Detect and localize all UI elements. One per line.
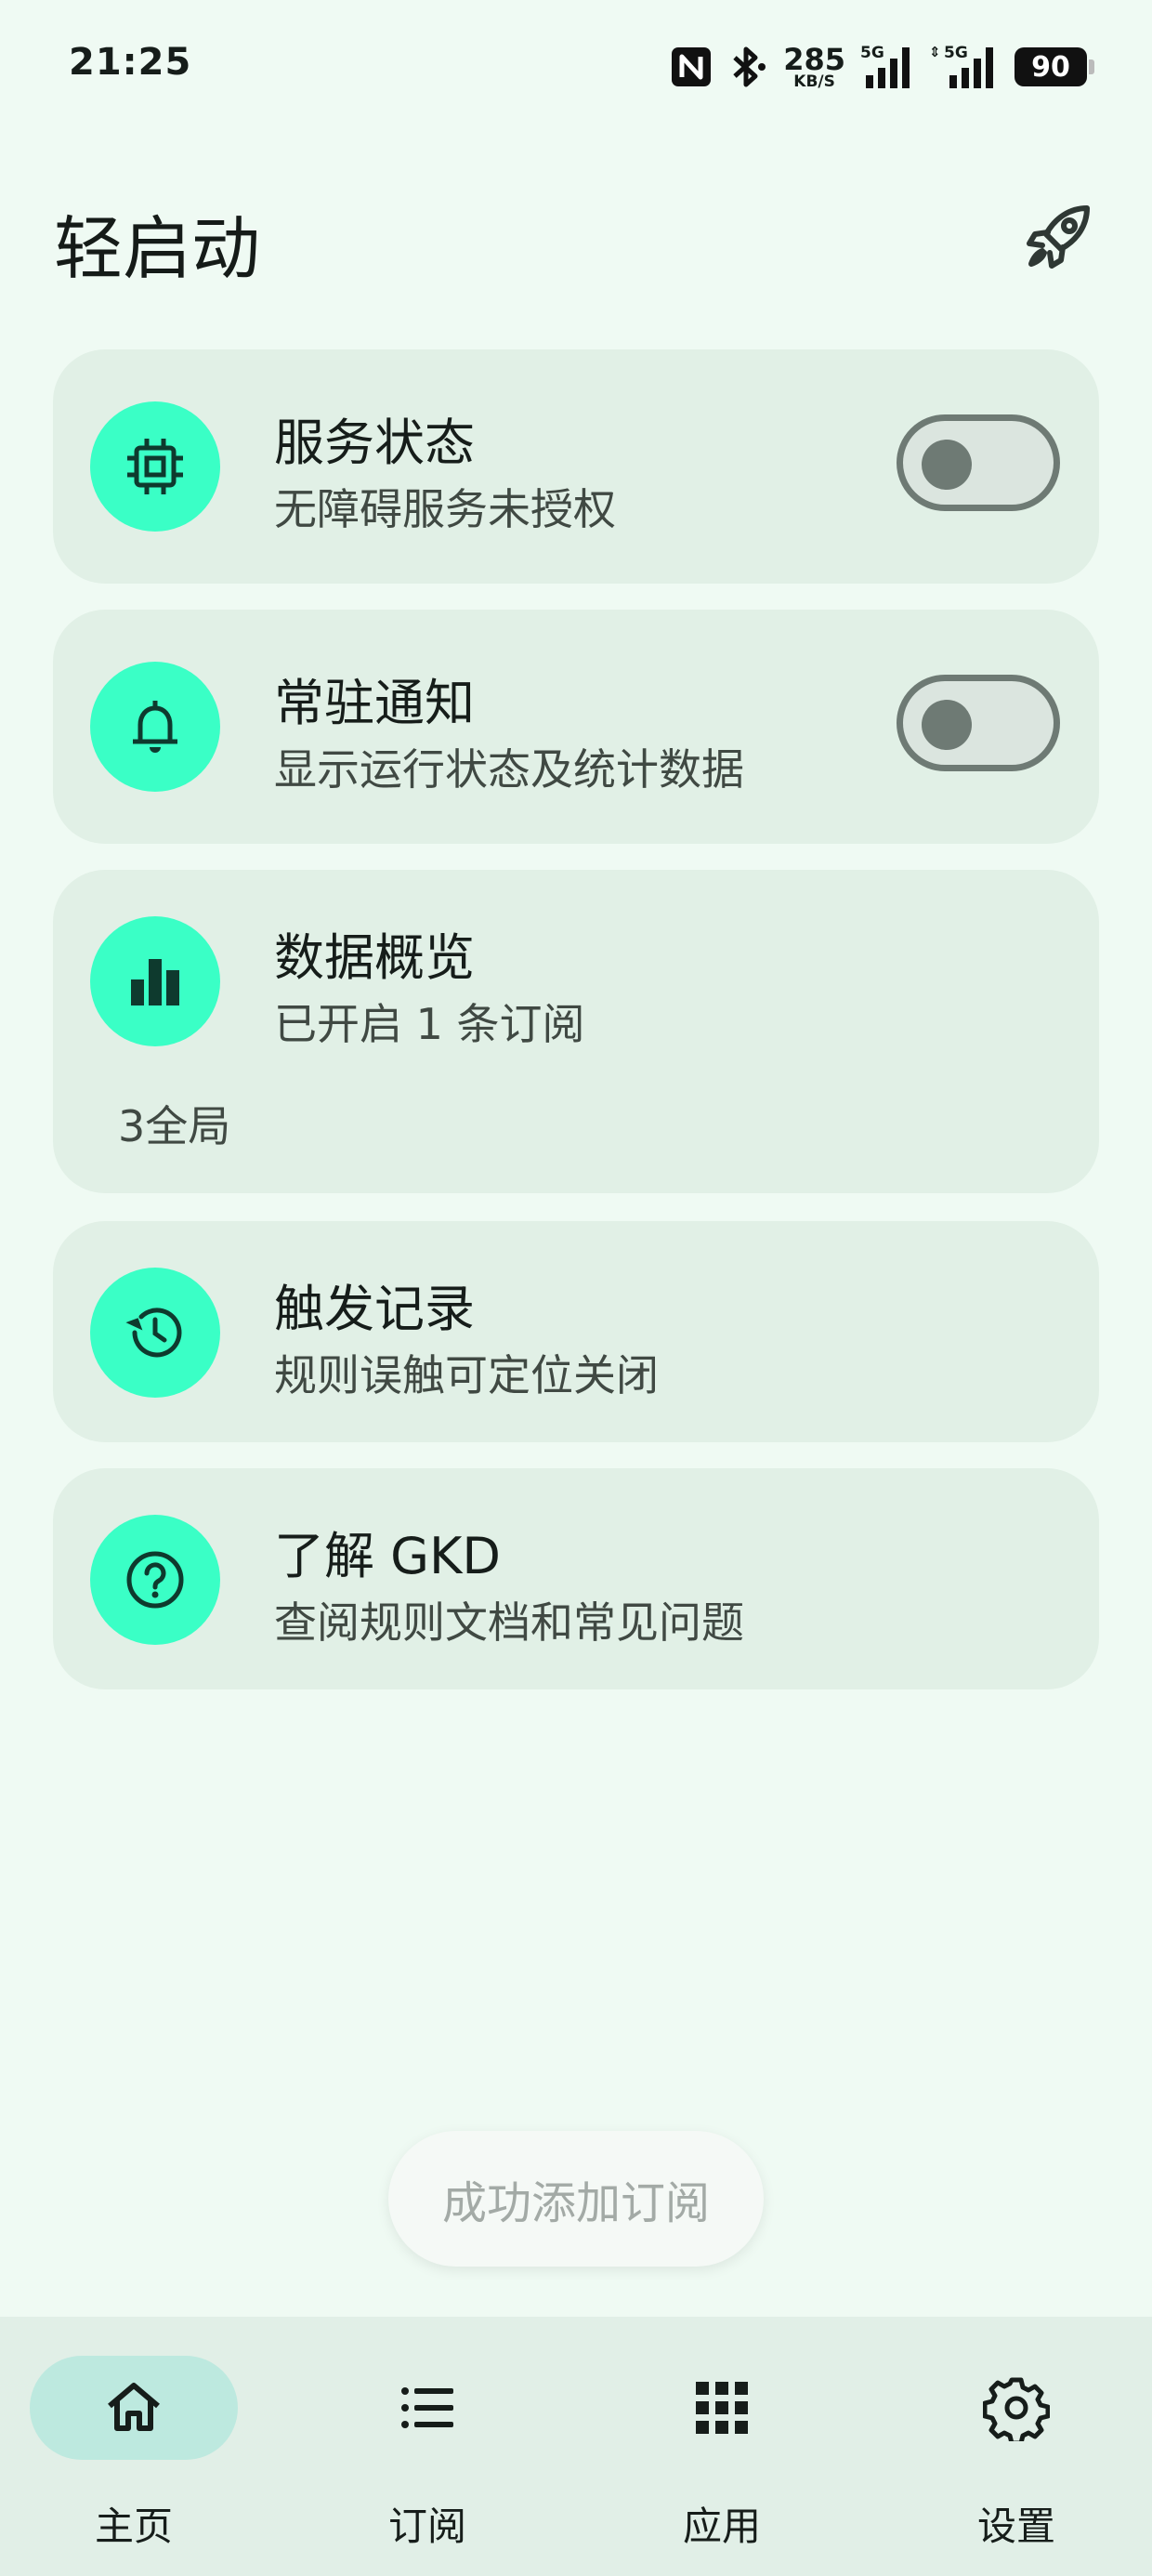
about-gkd-subtitle: 查阅规则文档和常见问题 [274, 1597, 744, 1648]
rocket-button[interactable] [1020, 197, 1098, 275]
chip-icon [127, 439, 183, 494]
trigger-history-title: 触发记录 [274, 1280, 475, 1338]
gear-icon [983, 2377, 1050, 2441]
nav-pill [323, 2356, 531, 2460]
status-time: 21:25 [69, 41, 192, 84]
rocket-icon [1027, 205, 1090, 269]
net-speed-value: 285 [783, 41, 845, 77]
nav-label-home: 主页 [94, 2504, 173, 2549]
bar-chart-icon-badge [90, 916, 220, 1046]
bottom-nav: 主页 订阅 应用 设置 [0, 2317, 1152, 2576]
bluetooth-icon [727, 46, 768, 88]
bar-chart-icon [131, 959, 179, 1005]
status-bar: 21:25 285 KB/S 5G ⇕ 5G 90 [0, 0, 1152, 130]
history-icon-badge [90, 1268, 220, 1398]
nav-item-settings[interactable]: 设置 [912, 2356, 1152, 2549]
nav-label-settings: 设置 [976, 2504, 1055, 2549]
data-overview-subtitle: 已开启 1 条订阅 [274, 999, 585, 1049]
service-status-card[interactable]: 服务状态 无障碍服务未授权 [53, 349, 1099, 584]
trigger-history-subtitle: 规则误触可定位关闭 [274, 1350, 659, 1400]
signal-icon: ⇕ 5G [929, 44, 1000, 90]
about-gkd-title: 了解 GKD [274, 1527, 502, 1585]
toast-message: 成功添加订阅 [388, 2131, 764, 2267]
app-header: 轻启动 [54, 177, 1098, 289]
toggle-knob [922, 440, 972, 490]
nav-item-apps[interactable]: 应用 [618, 2356, 859, 2549]
apps-grid-icon [696, 2382, 748, 2434]
global-rule-count: 3全局 [118, 1101, 231, 1151]
service-toggle[interactable] [897, 414, 1060, 511]
battery-indicator: 90 [1015, 47, 1094, 86]
net-speed-unit: KB/S [793, 72, 835, 91]
nav-item-subscriptions[interactable]: 订阅 [323, 2356, 565, 2549]
about-gkd-card[interactable]: 了解 GKD 查阅规则文档和常见问题 [53, 1468, 1099, 1689]
notification-toggle[interactable] [897, 675, 1060, 771]
notification-subtitle: 显示运行状态及统计数据 [274, 744, 744, 795]
home-icon [108, 2383, 160, 2431]
nav-active-indicator [30, 2356, 238, 2460]
bell-icon [133, 701, 177, 753]
service-status-title: 服务状态 [274, 414, 475, 472]
status-icons: 285 KB/S 5G ⇕ 5G 90 [670, 39, 1094, 95]
service-status-subtitle: 无障碍服务未授权 [274, 484, 616, 534]
nav-item-home[interactable]: 主页 [30, 2356, 271, 2549]
network-speed: 285 KB/S [783, 45, 845, 90]
data-overview-title: 数据概览 [274, 928, 475, 987]
nav-label-apps: 应用 [682, 2504, 761, 2549]
help-icon-badge [90, 1515, 220, 1645]
page-title: 轻启动 [54, 209, 260, 289]
help-icon [126, 1551, 184, 1609]
nfc-icon [670, 46, 713, 88]
data-overview-card[interactable]: 数据概览 已开启 1 条订阅 3全局 [53, 870, 1099, 1193]
trigger-history-card[interactable]: 触发记录 规则误触可定位关闭 [53, 1221, 1099, 1442]
notification-title: 常驻通知 [274, 674, 475, 732]
nav-label-subscriptions: 订阅 [387, 2504, 466, 2549]
list-icon [401, 2387, 453, 2428]
signal-icon: 5G [860, 44, 914, 90]
nav-pill [912, 2356, 1120, 2460]
history-icon [125, 1308, 182, 1358]
notification-card[interactable]: 常驻通知 显示运行状态及统计数据 [53, 610, 1099, 844]
toggle-knob [922, 700, 972, 750]
nav-pill [618, 2356, 826, 2460]
bell-icon-badge [90, 662, 220, 792]
chip-icon-badge [90, 401, 220, 532]
